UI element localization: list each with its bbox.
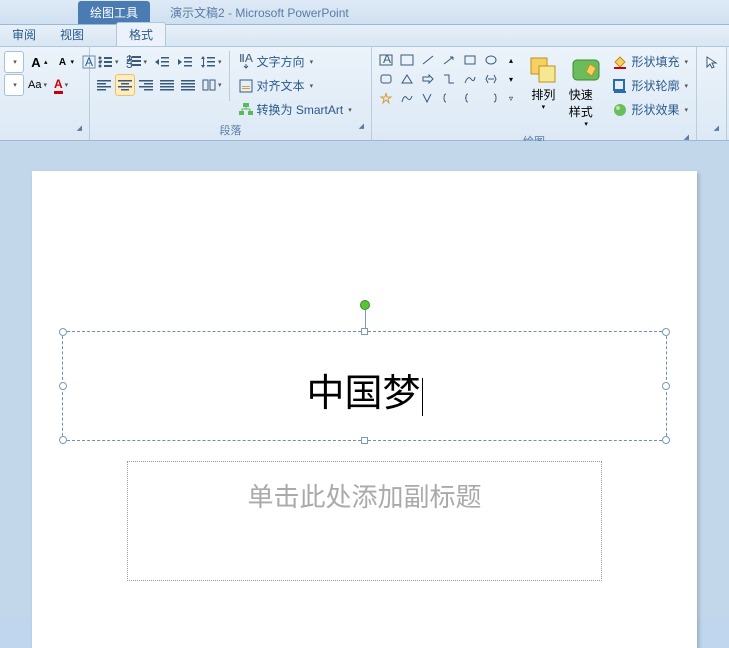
effects-icon: [612, 102, 628, 118]
svg-text:A: A: [383, 54, 391, 66]
slide-canvas[interactable]: 中国梦 单击此处添加副标题: [0, 141, 729, 618]
group-drawing: A ▴ ▾ ▿: [372, 47, 697, 140]
columns-button[interactable]: [199, 74, 225, 96]
svg-text:3: 3: [126, 57, 133, 69]
title-text[interactable]: 中国梦: [63, 332, 666, 417]
align-left-button[interactable]: [94, 74, 114, 96]
ribbon: A▴ A▾ A Aa A 123: [0, 47, 729, 141]
gallery-down-button[interactable]: ▾: [501, 70, 521, 88]
gallery-more-button[interactable]: ▿: [501, 89, 521, 107]
resize-handle-mr[interactable]: [662, 382, 670, 390]
gallery-up-button[interactable]: ▴: [501, 51, 521, 69]
bullets-button[interactable]: [94, 51, 122, 73]
convert-smartart-button[interactable]: 转换为 SmartArt: [234, 99, 356, 120]
subtitle-text[interactable]: 单击此处添加副标题: [247, 477, 481, 514]
shape-connector[interactable]: [418, 89, 438, 107]
quick-styles-icon: [570, 54, 602, 86]
resize-handle-tr[interactable]: [662, 328, 670, 336]
line-spacing-button[interactable]: [197, 51, 225, 73]
tab-review[interactable]: 审阅: [0, 23, 48, 46]
group-edit: [697, 47, 727, 140]
align-distribute-button[interactable]: [178, 74, 198, 96]
shape-elbow[interactable]: [439, 70, 459, 88]
arrange-button[interactable]: 排列▾: [523, 51, 564, 114]
shape-triangle[interactable]: [397, 70, 417, 88]
subtitle-placeholder[interactable]: 单击此处添加副标题: [127, 461, 602, 581]
align-text-button[interactable]: 对齐文本: [234, 75, 356, 96]
shape-roundrect[interactable]: [376, 70, 396, 88]
rotate-handle[interactable]: [360, 300, 370, 310]
tab-format[interactable]: 格式: [116, 22, 166, 46]
text-direction-button[interactable]: ⅡA文字方向: [234, 51, 356, 72]
group-label-paragraph: 段落: [94, 120, 367, 140]
shape-arrow[interactable]: [439, 51, 459, 69]
svg-text:ⅡA: ⅡA: [239, 54, 253, 65]
shape-vtextbox[interactable]: [397, 51, 417, 69]
grow-font-button[interactable]: A▴: [25, 51, 51, 73]
shape-brace[interactable]: [460, 89, 480, 107]
shape-bracket[interactable]: [439, 89, 459, 107]
slide[interactable]: 中国梦 单击此处添加副标题: [32, 171, 697, 648]
bucket-icon: [612, 54, 628, 70]
shape-effects-button[interactable]: 形状效果: [608, 99, 692, 120]
title-bar: 绘图工具 演示文稿2 - Microsoft PowerPoint: [0, 0, 729, 25]
clear-format-button[interactable]: Aa: [25, 74, 50, 96]
shrink-font-button[interactable]: A▾: [52, 51, 78, 73]
increase-indent-button[interactable]: [174, 51, 196, 73]
font-color-button[interactable]: A: [51, 74, 71, 96]
resize-handle-tm[interactable]: [361, 328, 368, 335]
align-justify-button[interactable]: [157, 74, 177, 96]
select-button[interactable]: [701, 51, 721, 73]
text-direction-icon: ⅡA: [238, 54, 254, 70]
shape-star[interactable]: [376, 89, 396, 107]
align-center-button[interactable]: [115, 74, 135, 96]
resize-handle-ml[interactable]: [59, 382, 67, 390]
shape-fill-button[interactable]: 形状填充: [608, 51, 692, 72]
align-text-icon: [238, 78, 254, 94]
group-font: A▴ A▾ A Aa A: [0, 47, 90, 140]
document-title: 演示文稿2 - Microsoft PowerPoint: [170, 4, 349, 21]
group-label-font: [4, 122, 85, 138]
resize-handle-bm[interactable]: [361, 437, 368, 444]
shape-rect[interactable]: [460, 51, 480, 69]
shape-oval[interactable]: [481, 51, 501, 69]
group-paragraph: 123 ⅡA文字方向 对齐文本 转换为 SmartArt: [90, 47, 372, 140]
resize-handle-tl[interactable]: [59, 328, 67, 336]
shape-outline-button[interactable]: 形状轮廓: [608, 75, 692, 96]
group-label-edit: [701, 122, 722, 138]
shape-line[interactable]: [418, 51, 438, 69]
shape-rarrow[interactable]: [418, 70, 438, 88]
ribbon-tabs: 审阅 视图 格式: [0, 25, 729, 47]
font-combo[interactable]: [4, 51, 24, 73]
decrease-indent-button[interactable]: [151, 51, 173, 73]
shape-curve[interactable]: [460, 70, 480, 88]
title-placeholder[interactable]: 中国梦: [62, 331, 667, 441]
tab-view[interactable]: 视图: [48, 23, 96, 46]
size-combo[interactable]: [4, 74, 24, 96]
numbering-button[interactable]: 123: [123, 51, 151, 73]
shape-bracket2[interactable]: [481, 89, 501, 107]
arrange-icon: [527, 54, 559, 86]
shape-darrow[interactable]: [481, 70, 501, 88]
smartart-icon: [238, 102, 254, 118]
context-tab-drawing[interactable]: 绘图工具: [78, 1, 150, 24]
shapes-gallery[interactable]: A: [376, 51, 501, 107]
quick-styles-button[interactable]: 快速样式▾: [566, 51, 607, 131]
resize-handle-br[interactable]: [662, 436, 670, 444]
shape-textbox[interactable]: A: [376, 51, 396, 69]
shape-free[interactable]: [397, 89, 417, 107]
resize-handle-bl[interactable]: [59, 436, 67, 444]
align-right-button[interactable]: [136, 74, 156, 96]
pen-icon: [612, 78, 628, 94]
